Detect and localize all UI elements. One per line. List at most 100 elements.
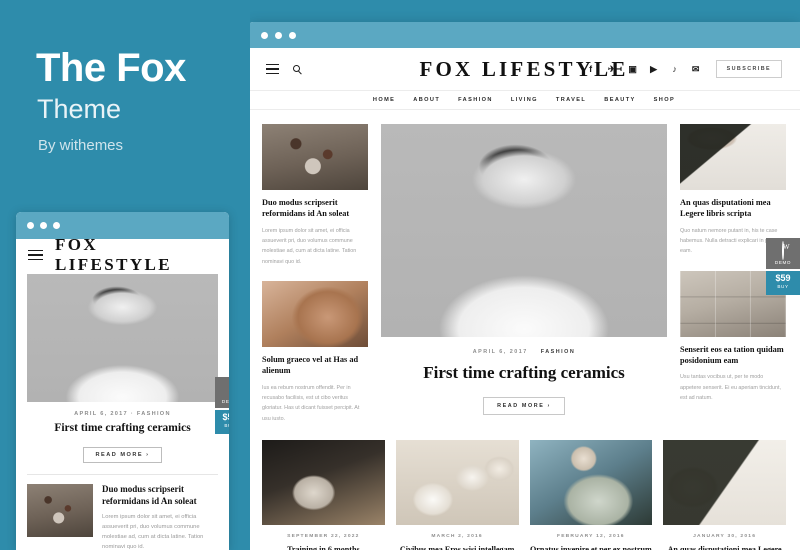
mini-viewport: FOX LIFESTYLE APRIL 6, 2017 · FASHION Fi… [16, 235, 229, 550]
youtube-icon[interactable]: ▶ [648, 63, 660, 75]
nav-item-travel[interactable]: TRAVEL [556, 97, 586, 103]
article-card[interactable]: JANUARY 30, 2016 An quas disputationi me… [663, 440, 786, 550]
wordpress-icon [782, 241, 784, 260]
article-title[interactable]: Senserit eos ea tation quidam posidonium… [680, 344, 786, 367]
badge-stack: DEMO $59 BUY [766, 238, 800, 295]
article-thumbnail[interactable] [663, 440, 786, 526]
email-icon[interactable]: ✉ [690, 63, 702, 75]
article-thumbnail[interactable] [262, 124, 368, 190]
article-date: MARCH 2, 2016 [431, 534, 483, 540]
portrait-photo [27, 274, 218, 402]
buy-label: BUY [777, 284, 789, 290]
nav-item-home[interactable]: HOME [373, 97, 395, 103]
window-dot-close[interactable] [27, 222, 34, 229]
nav-item-beauty[interactable]: BEAUTY [604, 97, 635, 103]
bottles-photo [27, 484, 93, 537]
mini-read-more-button[interactable]: READ MORE › [83, 447, 162, 463]
article-date: FEBRUARY 12, 2016 [557, 534, 625, 540]
window-dot-minimize[interactable] [275, 31, 282, 39]
champagne2-photo [663, 440, 786, 526]
header-right-controls: f ✈ ▣ ▶ ♪ ✉ SUBSCRIBE [585, 60, 782, 78]
twitter-icon[interactable]: ✈ [606, 63, 618, 75]
pottery-photo [529, 440, 653, 526]
demo-badge-label: DEMO [774, 260, 792, 265]
demo-badge-label: DEMO [221, 399, 229, 404]
hamburger-menu-icon[interactable] [266, 63, 279, 75]
article-excerpt: Usu tantas vocibus ut, per te modo appet… [680, 374, 781, 401]
nav-item-shop[interactable]: SHOP [654, 97, 675, 103]
article-card[interactable]: MARCH 2, 2016 Civibus mea Eros wisi inte… [395, 440, 519, 550]
article-title[interactable]: Ornatus invenire et per ex nostrum epicu… [530, 544, 653, 550]
nav-item-about[interactable]: ABOUT [413, 97, 440, 103]
bottles-photo [262, 124, 368, 190]
search-icon[interactable] [293, 65, 300, 73]
site-header: FOX LIFESTYLE f ✈ ▣ ▶ ♪ ✉ SUBSCRIBE [248, 48, 800, 90]
window-dot-minimize[interactable] [40, 222, 47, 229]
mini-hero-image[interactable] [27, 274, 218, 402]
article-title[interactable]: An quas disputationi mea Legere libris s… [680, 197, 786, 220]
promo-subtitle: Theme [37, 94, 122, 124]
mini-hero-meta: APRIL 6, 2017 · FASHION [74, 411, 171, 417]
buy-badge[interactable]: $59 BUY [766, 271, 800, 295]
article-title[interactable]: Duo modus scripserit reformidans id An s… [262, 197, 368, 220]
mini-site-logo: FOX LIFESTYLE [55, 235, 173, 274]
content-grid: Duo modus scripserit reformidans id An s… [248, 110, 800, 424]
featured-title[interactable]: First time crafting ceramics [381, 363, 667, 383]
article-title[interactable]: Civibus mea Eros wisi intellegam quo et [396, 544, 519, 550]
promo-title: The Fox [36, 46, 186, 90]
featured-image[interactable] [381, 124, 667, 337]
browser-window: FOX LIFESTYLE f ✈ ▣ ▶ ♪ ✉ SUBSCRIBE HOME… [248, 22, 800, 550]
article-date: JANUARY 30, 2016 [693, 534, 757, 540]
subscribe-button[interactable]: SUBSCRIBE [715, 60, 782, 78]
article-excerpt: Lorem ipsum dolor sit amet, ei officia a… [262, 227, 357, 265]
article-title[interactable]: Training in 6 months [262, 544, 385, 550]
browser-titlebar [248, 22, 800, 48]
champagne-photo [680, 124, 786, 190]
article-card[interactable]: An quas disputationi mea Legere libris s… [680, 124, 786, 257]
hamburger-menu-icon[interactable] [28, 249, 43, 261]
promo-author: By withemes [38, 137, 124, 154]
window-dot-maximize[interactable] [53, 222, 60, 229]
mini-item-thumbnail[interactable] [27, 484, 93, 537]
mobile-preview-window: FOX LIFESTYLE APRIL 6, 2017 · FASHION Fi… [16, 212, 229, 550]
portrait-photo [381, 124, 667, 337]
facebook-icon[interactable]: f [585, 63, 597, 75]
article-card[interactable]: FEBRUARY 12, 2016 Ornatus invenire et pe… [529, 440, 653, 550]
featured-date: APRIL 6, 2017 [472, 349, 528, 355]
left-article-column: Duo modus scripserit reformidans id An s… [262, 124, 368, 424]
mini-list-item[interactable]: Duo modus scripserit reformidans id An s… [16, 475, 229, 550]
mini-badge-stack: DEMO $59 BUY [215, 377, 229, 434]
article-thumbnail[interactable] [395, 440, 519, 526]
bottom-article-row: SEPTEMBER 22, 2022 Training in 6 months … [248, 424, 800, 550]
article-thumbnail[interactable] [529, 440, 653, 526]
article-excerpt: Ius ea rebum nostrum offendit. Per in re… [262, 384, 360, 422]
mini-readmore-wrap: READ MORE › [16, 443, 229, 463]
article-title[interactable]: An quas disputationi mea Legere libris s… [663, 544, 786, 550]
article-date: SEPTEMBER 22, 2022 [287, 534, 360, 540]
window-dot-maximize[interactable] [289, 31, 296, 39]
bowls-photo [395, 440, 519, 526]
article-thumbnail[interactable] [680, 124, 786, 190]
instagram-icon[interactable]: ▣ [627, 63, 639, 75]
mini-hero-title[interactable]: First time crafting ceramics [16, 422, 229, 434]
read-more-button[interactable]: READ MORE › [483, 397, 565, 415]
window-dot-close[interactable] [261, 31, 268, 39]
article-card[interactable]: Solum graeco vel at Has ad alienum Ius e… [262, 281, 368, 424]
buy-badge[interactable]: $59 BUY [215, 410, 229, 434]
nav-item-living[interactable]: LIVING [511, 97, 538, 103]
article-card[interactable]: Duo modus scripserit reformidans id An s… [262, 124, 368, 267]
buy-label: BUY [224, 423, 229, 429]
article-thumbnail[interactable] [262, 281, 368, 348]
featured-cta-wrap: READ MORE › [381, 394, 667, 415]
article-thumbnail[interactable] [262, 440, 385, 526]
article-title[interactable]: Solum graeco vel at Has ad alienum [262, 354, 368, 377]
demo-badge[interactable]: DEMO [766, 238, 800, 270]
article-card[interactable]: SEPTEMBER 22, 2022 Training in 6 months [262, 440, 385, 550]
demo-badge[interactable]: DEMO [215, 377, 229, 409]
mini-item-title[interactable]: Duo modus scripserit reformidans id An s… [102, 484, 218, 508]
tiktok-icon[interactable]: ♪ [669, 63, 681, 75]
mini-item-excerpt: Lorem ipsum dolor sit amet, ei officia a… [102, 513, 204, 550]
featured-category[interactable]: FASHION [541, 349, 575, 355]
nav-item-fashion[interactable]: FASHION [458, 97, 493, 103]
